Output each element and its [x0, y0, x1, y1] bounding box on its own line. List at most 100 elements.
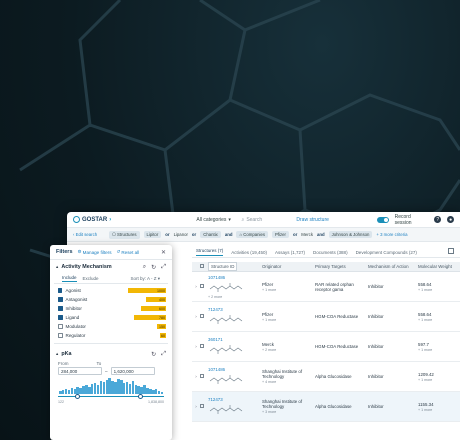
expand-icon[interactable]: ⤢	[161, 264, 166, 271]
col-originator[interactable]: Originator	[262, 264, 315, 269]
row-checkbox[interactable]	[200, 344, 208, 349]
category-select[interactable]: All categories ▾	[196, 217, 235, 223]
chip-structures[interactable]: ⎔ Structures	[109, 230, 140, 239]
originator-cell: Shanghai Institute of Technology + 4 more	[262, 369, 315, 384]
chip-merck[interactable]: Merck	[301, 232, 313, 237]
pka-header[interactable]: ▴ pKa ↻ ⤢	[50, 347, 172, 361]
mechanism-checkbox[interactable]	[58, 315, 63, 320]
col-primary-targets[interactable]: Primary Targets	[315, 264, 368, 269]
tab-development-compounds[interactable]: Development Compounds (27)	[356, 250, 417, 255]
structure-more[interactable]: + 2 more	[208, 295, 262, 299]
close-icon[interactable]: ✕	[161, 249, 166, 256]
originator-more[interactable]: + 4 more	[262, 380, 315, 384]
row-checkbox[interactable]	[200, 404, 208, 409]
pka-histogram	[58, 378, 164, 394]
col-molecular-weight[interactable]: Molecular Weight	[418, 264, 458, 269]
expand-icon[interactable]: ⤢	[161, 351, 166, 358]
mechanism-checkbox[interactable]	[58, 297, 63, 302]
gear-icon: ⚙	[77, 249, 82, 254]
mechanism-cell: Inhibitor	[368, 344, 384, 349]
record-session-toggle[interactable]	[376, 216, 389, 223]
originator-more[interactable]: + 2 more	[262, 348, 315, 352]
mw-more[interactable]: + 1 more	[418, 378, 458, 382]
structure-id-link[interactable]: 1071486	[208, 367, 262, 372]
activity-mechanism-header[interactable]: ▴ Activity Mechanism ⌕ ↻ ⤢	[50, 260, 172, 274]
edit-search-link[interactable]: ‹ Edit search	[73, 232, 105, 237]
slider-max-handle[interactable]	[138, 394, 144, 399]
structure-id-link[interactable]: 360171	[208, 337, 262, 342]
expand-row-icon[interactable]: ›	[192, 314, 200, 319]
chip-lipanor[interactable]: Lipanor	[174, 232, 188, 237]
mechanism-checkbox[interactable]	[58, 288, 63, 293]
tab-documents[interactable]: Documents (388)	[313, 250, 348, 255]
mechanism-item[interactable]: Ligand 780	[58, 313, 166, 322]
to-input[interactable]: 1,620,000	[110, 367, 155, 375]
mechanism-item[interactable]: Antagonist 400	[58, 295, 166, 304]
table-row[interactable]: › 360171 Merck + 2 more HGM-COA Reductase Inh…	[192, 332, 460, 362]
gostar-logo[interactable]: GOSTAR ›	[73, 216, 190, 223]
originator-more[interactable]: + 1 more	[262, 318, 315, 322]
structure-id-link[interactable]: 1071486	[208, 275, 262, 280]
structure-id-link[interactable]: 712473	[208, 307, 262, 312]
mechanism-item[interactable]: Inhibitor 600	[58, 304, 166, 313]
chip-pfizer[interactable]: Pfizer	[271, 231, 289, 238]
chip-lipitor[interactable]: Lipitor	[143, 231, 162, 238]
tab-assays[interactable]: Assays (1,727)	[275, 250, 305, 255]
refresh-icon[interactable]: ↻	[151, 264, 156, 271]
search-input[interactable]: ⌕ Search	[242, 217, 291, 223]
mechanism-checkbox[interactable]	[58, 324, 63, 329]
more-criteria-link[interactable]: + 3 more criteria	[376, 232, 407, 237]
expand-row-icon[interactable]: ›	[192, 374, 200, 379]
chip-companies[interactable]: ⌂ Companies	[236, 231, 268, 238]
user-icon[interactable]: ●	[447, 216, 455, 223]
from-input[interactable]: 284,000	[58, 367, 102, 375]
expand-row-icon[interactable]: ›	[192, 344, 200, 349]
table-row[interactable]: › 1071486 + 2 more Pfizer + 1 more RAR relate…	[192, 272, 460, 302]
sort-select[interactable]: Sort by: A - Z ▾	[130, 276, 160, 282]
row-checkbox[interactable]	[200, 374, 208, 379]
search-icon[interactable]: ⌕	[143, 264, 146, 271]
col-structure-id[interactable]: Structure ID	[208, 262, 262, 271]
mechanism-checkbox[interactable]	[58, 333, 63, 338]
table-view-icon[interactable]	[448, 248, 454, 254]
table-row[interactable]: › 712473 Pfizer + 1 more HGM-COA Reductase In…	[192, 302, 460, 332]
originator-more[interactable]: + 3 more	[262, 410, 315, 414]
expand-row-icon[interactable]: ›	[192, 404, 200, 409]
slider-min-handle[interactable]	[74, 394, 80, 399]
chevron-up-icon: ▴	[56, 264, 59, 269]
tab-exclude[interactable]: Exclude	[83, 276, 99, 281]
chip-chantix[interactable]: Chantix	[200, 231, 221, 238]
row-checkbox[interactable]	[200, 314, 208, 319]
pka-range-slider[interactable]	[58, 394, 164, 399]
mw-more[interactable]: + 1 more	[418, 318, 458, 322]
tab-activities[interactable]: Activities (19,450)	[231, 250, 267, 255]
mechanism-checkbox[interactable]	[58, 306, 63, 311]
mechanism-item[interactable]: Agonist 1000	[58, 286, 166, 295]
table-row[interactable]: › 712473 Shanghai Institute of Technology +…	[192, 392, 460, 422]
expand-row-icon[interactable]: ›	[192, 284, 200, 289]
target-cell: HGM-COA Reductase	[315, 314, 359, 319]
mw-more[interactable]: + 1 more	[418, 348, 458, 352]
draw-structure-link[interactable]: Draw structure	[296, 217, 364, 223]
col-mechanism[interactable]: Mechanism of Action	[368, 264, 418, 269]
row-checkbox[interactable]	[200, 284, 208, 289]
chip-jnj[interactable]: Johnson & Johnson	[328, 231, 373, 238]
tab-include[interactable]: Include	[62, 275, 77, 282]
mechanism-count-bar: 60	[160, 333, 166, 338]
reset-all-link[interactable]: ↺ Reset all	[117, 249, 140, 255]
originator-more[interactable]: + 1 more	[262, 288, 315, 292]
refresh-icon[interactable]: ↻	[151, 351, 156, 358]
mechanism-item[interactable]: Regulator 60	[58, 331, 166, 340]
help-icon[interactable]: ?	[434, 216, 442, 223]
structure-id-link[interactable]: 712473	[208, 397, 262, 402]
mw-more[interactable]: + 1 more	[418, 408, 458, 412]
mechanism-item[interactable]: Modulator 150	[58, 322, 166, 331]
mechanism-count-bar: 780	[134, 315, 166, 320]
mw-more[interactable]: + 1 more	[418, 288, 458, 292]
mw-value: 558.64	[418, 311, 432, 317]
tab-structures[interactable]: Structures (7)	[196, 248, 224, 256]
table-row[interactable]: › 1071486 Shanghai Institute of Technology…	[192, 362, 460, 392]
select-all-checkbox[interactable]	[200, 264, 208, 269]
manage-filters-link[interactable]: ⚙ Manage filters	[78, 249, 112, 255]
include-exclude-tabs: Include Exclude Sort by: A - Z ▾	[54, 274, 168, 284]
